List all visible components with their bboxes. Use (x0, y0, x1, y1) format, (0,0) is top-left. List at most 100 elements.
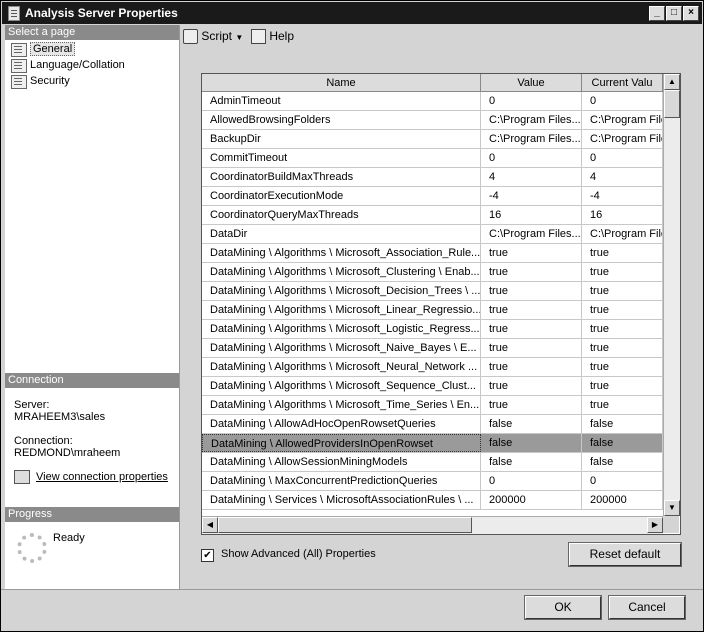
cancel-button[interactable]: Cancel (608, 595, 686, 620)
page-security[interactable]: Security (8, 74, 70, 89)
value-cell[interactable]: C:\Program Files... (481, 130, 582, 148)
current-value-cell: false (582, 415, 663, 433)
table-row[interactable]: CoordinatorQueryMaxThreads 16 16 (202, 206, 663, 225)
ok-button[interactable]: OK (524, 595, 602, 620)
table-row[interactable]: DataMining \ Algorithms \ Microsoft_Neur… (202, 358, 663, 377)
value-cell[interactable]: true (481, 377, 582, 395)
name-cell: CommitTimeout (202, 149, 481, 167)
column-header-current-value[interactable]: Current Valu (582, 74, 663, 92)
table-row[interactable]: DataMining \ Algorithms \ Microsoft_Time… (202, 396, 663, 415)
value-cell[interactable]: 0 (481, 472, 582, 490)
value-cell[interactable]: true (481, 244, 582, 262)
table-row[interactable]: CoordinatorBuildMaxThreads 4 4 (202, 168, 663, 187)
toolbar: Script ▼ Help (183, 25, 703, 47)
current-value-cell: true (582, 339, 663, 357)
page-language-collation[interactable]: Language/Collation (8, 58, 125, 73)
current-value-cell: 200000 (582, 491, 663, 509)
current-value-cell: true (582, 396, 663, 414)
scroll-down-icon[interactable]: ▼ (664, 500, 680, 516)
current-value-cell: true (582, 263, 663, 281)
current-value-cell: false (582, 453, 663, 471)
help-label: Help (269, 29, 295, 43)
table-row[interactable]: CoordinatorExecutionMode -4 -4 (202, 187, 663, 206)
table-row[interactable]: DataMining \ Algorithms \ Microsoft_Asso… (202, 244, 663, 263)
current-value-cell: 16 (582, 206, 663, 224)
table-row[interactable]: DataMining \ AllowSessionMiningModels fal… (202, 453, 663, 472)
scroll-left-icon[interactable]: ◀ (202, 517, 218, 533)
help-icon (251, 29, 266, 45)
vertical-scroll-thumb[interactable] (664, 90, 680, 118)
value-cell[interactable]: 16 (481, 206, 582, 224)
value-cell[interactable]: true (481, 358, 582, 376)
table-row[interactable]: DataMining \ Algorithms \ Microsoft_Logi… (202, 320, 663, 339)
value-cell[interactable]: false (481, 415, 582, 433)
horizontal-scroll-thumb[interactable] (218, 517, 472, 533)
table-row[interactable]: DataMining \ Algorithms \ Microsoft_Line… (202, 301, 663, 320)
name-cell: AdminTimeout (202, 92, 481, 110)
current-value-cell: -4 (582, 187, 663, 205)
reset-default-button[interactable]: Reset default (568, 542, 682, 567)
current-value-cell: 0 (582, 149, 663, 167)
server-value: MRAHEEM3\sales (14, 411, 106, 423)
value-cell[interactable]: 0 (481, 92, 582, 110)
current-value-cell: 0 (582, 92, 663, 110)
current-value-cell: true (582, 244, 663, 262)
value-cell[interactable]: false (481, 453, 582, 471)
scroll-up-icon[interactable]: ▲ (664, 74, 680, 90)
name-cell: CoordinatorBuildMaxThreads (202, 168, 481, 186)
column-header-name[interactable]: Name (202, 74, 481, 92)
value-cell[interactable]: true (481, 339, 582, 357)
value-cell[interactable]: true (481, 263, 582, 281)
view-connection-properties-link[interactable]: View connection properties (36, 471, 168, 484)
vertical-scrollbar[interactable]: ▲ ▼ (663, 74, 680, 516)
table-row[interactable]: DataMining \ Algorithms \ Microsoft_Sequ… (202, 377, 663, 396)
table-row[interactable]: BackupDir C:\Program Files... C:\Program F… (202, 130, 663, 149)
value-cell[interactable]: 200000 (481, 491, 582, 509)
table-row[interactable]: DataMining \ MaxConcurrentPredictionQuer… (202, 472, 663, 491)
name-cell: CoordinatorQueryMaxThreads (202, 206, 481, 224)
minimize-button[interactable]: _ (649, 6, 665, 21)
connection-value: REDMOND\mraheem (14, 447, 121, 459)
current-value-cell: true (582, 301, 663, 319)
table-row[interactable]: AdminTimeout 0 0 (202, 92, 663, 111)
show-advanced-checkbox[interactable]: ✔ (201, 549, 214, 562)
progress-status: Ready (53, 532, 85, 544)
scroll-right-icon[interactable]: ▶ (647, 517, 663, 533)
current-value-cell: C:\Program File (582, 111, 663, 129)
name-cell: DataMining \ Algorithms \ Microsoft_Naiv… (202, 339, 481, 357)
close-button[interactable]: × (683, 6, 699, 21)
table-row[interactable]: DataMining \ Algorithms \ Microsoft_Clus… (202, 263, 663, 282)
help-button[interactable]: Help (251, 28, 295, 45)
value-cell[interactable]: C:\Program Files... (481, 111, 582, 129)
name-cell: AllowedBrowsingFolders (202, 111, 481, 129)
table-row[interactable]: CommitTimeout 0 0 (202, 149, 663, 168)
script-button[interactable]: Script ▼ (183, 28, 243, 45)
value-cell[interactable]: C:\Program Files... (481, 225, 582, 243)
table-row[interactable]: AllowedBrowsingFolders C:\Program Files..… (202, 111, 663, 130)
value-cell[interactable]: -4 (481, 187, 582, 205)
name-cell: DataMining \ Algorithms \ Microsoft_Clus… (202, 263, 481, 281)
column-header-value[interactable]: Value (481, 74, 582, 92)
table-row[interactable]: DataDir C:\Program Files... C:\Program Fil… (202, 225, 663, 244)
value-cell[interactable]: true (481, 301, 582, 319)
current-value-cell: C:\Program File (582, 130, 663, 148)
maximize-button[interactable]: □ (666, 6, 682, 21)
value-cell[interactable]: true (481, 282, 582, 300)
value-cell[interactable]: 0 (481, 149, 582, 167)
horizontal-scrollbar[interactable]: ◀ ▶ (202, 516, 663, 534)
value-cell[interactable]: false (481, 434, 582, 452)
page-general[interactable]: General (8, 42, 76, 57)
table-row[interactable]: DataMining \ AllowAdHocOpenRowsetQueries… (202, 415, 663, 434)
script-label: Script (201, 29, 233, 43)
value-cell[interactable]: true (481, 320, 582, 338)
value-cell[interactable]: true (481, 396, 582, 414)
sidebar: Select a page General Language/Collation… (5, 25, 180, 589)
table-row[interactable]: DataMining \ Algorithms \ Microsoft_Naiv… (202, 339, 663, 358)
table-row[interactable]: DataMining \ AllowedProvidersInOpenRowse… (202, 434, 663, 453)
page-icon (11, 75, 27, 89)
show-advanced-label[interactable]: Show Advanced (All) Properties (221, 548, 376, 560)
table-row[interactable]: DataMining \ Algorithms \ Microsoft_Deci… (202, 282, 663, 301)
table-row[interactable]: DataMining \ Services \ MicrosoftAssocia… (202, 491, 663, 510)
value-cell[interactable]: 4 (481, 168, 582, 186)
current-value-cell: true (582, 282, 663, 300)
